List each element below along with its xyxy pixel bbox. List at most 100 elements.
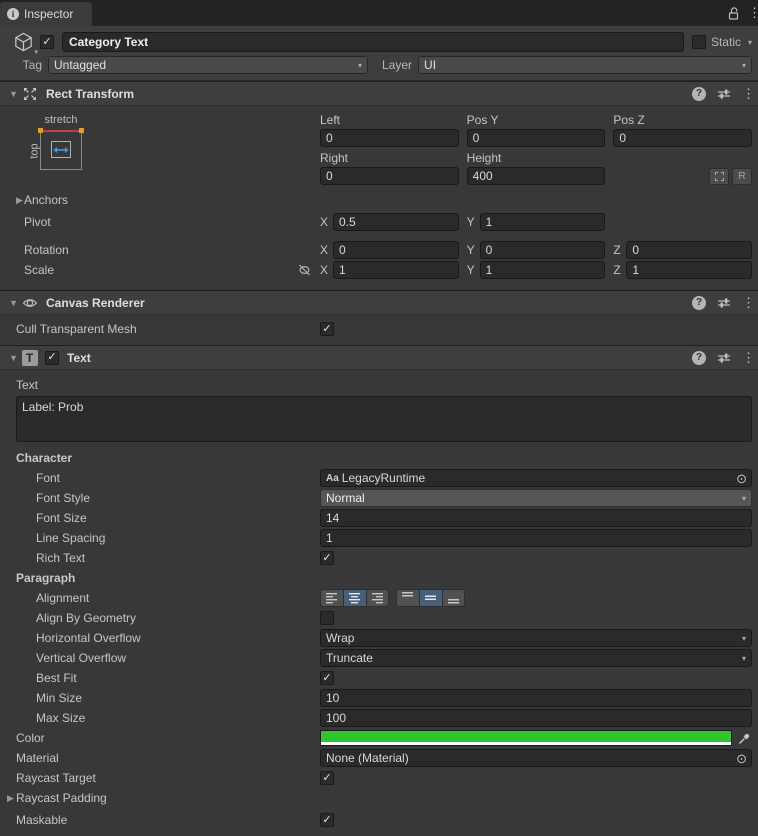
presets-icon[interactable] bbox=[717, 352, 731, 364]
component-menu-icon[interactable]: ⋮ bbox=[742, 350, 755, 366]
align-by-geometry-checkbox[interactable] bbox=[320, 611, 334, 625]
canvas-renderer-icon bbox=[21, 296, 38, 310]
rotation-z-field[interactable]: 0 bbox=[626, 241, 753, 259]
raycast-padding-foldout-icon[interactable]: ▶ bbox=[4, 793, 16, 804]
foldout-icon[interactable]: ▼ bbox=[6, 89, 21, 99]
anchor-preset-diagram[interactable]: top bbox=[29, 128, 84, 170]
chevron-down-icon: ▾ bbox=[741, 633, 746, 643]
eyedropper-icon[interactable] bbox=[736, 732, 752, 745]
pos-z-field[interactable]: 0 bbox=[613, 129, 753, 147]
chevron-down-icon: ▾ bbox=[741, 493, 746, 503]
text-component-header[interactable]: ▼ T ✓ Text ? ⋮ bbox=[0, 345, 758, 370]
cull-transparent-mesh-checkbox[interactable]: ✓ bbox=[320, 322, 334, 336]
help-icon[interactable]: ? bbox=[692, 86, 706, 101]
inspector-tab-bar: i Inspector ⋮ bbox=[0, 0, 758, 26]
gameobject-name-field[interactable]: Category Text bbox=[62, 32, 684, 52]
help-icon[interactable]: ? bbox=[692, 295, 706, 310]
chevron-down-icon: ▾ bbox=[741, 60, 746, 70]
line-spacing-label: Line Spacing bbox=[36, 531, 106, 545]
raw-edit-mode-button[interactable]: R bbox=[732, 167, 753, 185]
scale-x-field[interactable]: 1 bbox=[333, 261, 459, 279]
anchors-label: Anchors bbox=[24, 193, 69, 207]
anchor-line bbox=[41, 130, 81, 132]
anchor-horizontal-label: stretch bbox=[44, 114, 78, 126]
color-swatch[interactable] bbox=[320, 730, 732, 746]
unlink-scale-icon[interactable] bbox=[298, 264, 311, 276]
line-spacing-field[interactable]: 1 bbox=[320, 529, 752, 547]
presets-icon[interactable] bbox=[717, 88, 731, 100]
rich-text-checkbox[interactable]: ✓ bbox=[320, 551, 334, 565]
height-field[interactable]: 400 bbox=[466, 167, 606, 185]
align-center-button[interactable] bbox=[343, 589, 366, 607]
component-menu-icon[interactable]: ⋮ bbox=[742, 86, 755, 102]
align-right-button[interactable] bbox=[366, 589, 389, 607]
rect-transform-body: stretch top Left Pos Y Pos Z 0 0 0 Right… bbox=[0, 106, 758, 290]
object-picker-icon[interactable]: ⊙ bbox=[736, 472, 747, 485]
font-label: Font bbox=[36, 471, 61, 485]
right-field[interactable]: 0 bbox=[320, 167, 459, 185]
align-bottom-button[interactable] bbox=[442, 589, 465, 607]
scale-y-field[interactable]: 1 bbox=[479, 261, 606, 279]
font-size-field[interactable]: 14 bbox=[320, 509, 752, 527]
rotation-label: Rotation bbox=[24, 243, 69, 257]
component-menu-icon[interactable]: ⋮ bbox=[742, 295, 755, 311]
scale-z-field[interactable]: 1 bbox=[626, 261, 753, 279]
raycast-target-label: Raycast Target bbox=[16, 771, 96, 785]
font-style-dropdown[interactable]: Normal ▾ bbox=[320, 489, 752, 507]
vertical-overflow-dropdown[interactable]: Truncate ▾ bbox=[320, 649, 752, 667]
presets-icon[interactable] bbox=[717, 297, 731, 309]
tag-label: Tag bbox=[22, 58, 42, 72]
align-top-button[interactable] bbox=[396, 589, 419, 607]
left-field[interactable]: 0 bbox=[320, 129, 459, 147]
rotation-x-field[interactable]: 0 bbox=[333, 241, 459, 259]
pivot-x-field[interactable]: 0.5 bbox=[333, 213, 459, 231]
active-checkbox[interactable]: ✓ bbox=[40, 35, 54, 49]
canvas-renderer-body: Cull Transparent Mesh ✓ bbox=[0, 315, 758, 345]
maskable-checkbox[interactable]: ✓ bbox=[320, 813, 334, 827]
anchor-handle-left bbox=[38, 128, 43, 133]
text-component-body: Text Label: Prob Character Font Aa Legac… bbox=[0, 370, 758, 836]
align-middle-button[interactable] bbox=[419, 589, 442, 607]
horizontal-overflow-dropdown[interactable]: Wrap ▾ bbox=[320, 629, 752, 647]
anchor-vertical-label: top bbox=[28, 143, 41, 159]
best-fit-checkbox[interactable]: ✓ bbox=[320, 671, 334, 685]
help-icon[interactable]: ? bbox=[692, 350, 706, 365]
min-size-field[interactable]: 10 bbox=[320, 689, 752, 707]
foldout-icon[interactable]: ▼ bbox=[6, 298, 21, 308]
layer-dropdown[interactable]: UI ▾ bbox=[418, 56, 752, 74]
material-label: Material bbox=[16, 751, 59, 765]
raycast-target-checkbox[interactable]: ✓ bbox=[320, 771, 334, 785]
anchors-foldout-icon[interactable]: ▶ bbox=[13, 195, 24, 206]
font-size-label: Font Size bbox=[36, 511, 87, 525]
max-size-field[interactable]: 100 bbox=[320, 709, 752, 727]
best-fit-label: Best Fit bbox=[36, 671, 77, 685]
anchor-preset-widget[interactable]: stretch top bbox=[22, 114, 84, 170]
font-object-field[interactable]: Aa LegacyRuntime ⊙ bbox=[320, 469, 752, 487]
gameobject-icon[interactable]: ▾ bbox=[6, 30, 40, 56]
rotation-y-field[interactable]: 0 bbox=[479, 241, 606, 259]
static-dropdown-arrow[interactable]: ▾ bbox=[748, 38, 752, 47]
paragraph-section-label: Paragraph bbox=[16, 571, 76, 585]
tag-dropdown[interactable]: Untagged ▾ bbox=[48, 56, 368, 74]
component-title: Text bbox=[67, 350, 91, 365]
rect-transform-header[interactable]: ▼ Rect Transform ? ⋮ bbox=[0, 81, 758, 106]
horizontal-alignment-group bbox=[320, 589, 389, 607]
static-checkbox[interactable] bbox=[691, 35, 706, 49]
gameobject-name: Category Text bbox=[69, 35, 149, 49]
lock-icon[interactable] bbox=[727, 6, 740, 21]
blueprint-mode-button[interactable] bbox=[709, 167, 730, 185]
tab-inspector[interactable]: i Inspector bbox=[0, 2, 92, 26]
object-picker-icon[interactable]: ⊙ bbox=[736, 752, 747, 765]
info-icon: i bbox=[7, 8, 19, 20]
canvas-renderer-header[interactable]: ▼ Canvas Renderer ? ⋮ bbox=[0, 290, 758, 315]
align-left-button[interactable] bbox=[320, 589, 343, 607]
text-value-textarea[interactable]: Label: Prob bbox=[16, 396, 752, 442]
anchor-handle-right bbox=[79, 128, 84, 133]
foldout-icon[interactable]: ▼ bbox=[6, 353, 21, 363]
raycast-padding-label: Raycast Padding bbox=[16, 791, 107, 805]
material-object-field[interactable]: None (Material) ⊙ bbox=[320, 749, 752, 767]
text-enabled-checkbox[interactable]: ✓ bbox=[45, 350, 59, 365]
tab-menu-icon[interactable]: ⋮ bbox=[748, 5, 758, 21]
pos-y-field[interactable]: 0 bbox=[466, 129, 606, 147]
pivot-y-field[interactable]: 1 bbox=[479, 213, 606, 231]
